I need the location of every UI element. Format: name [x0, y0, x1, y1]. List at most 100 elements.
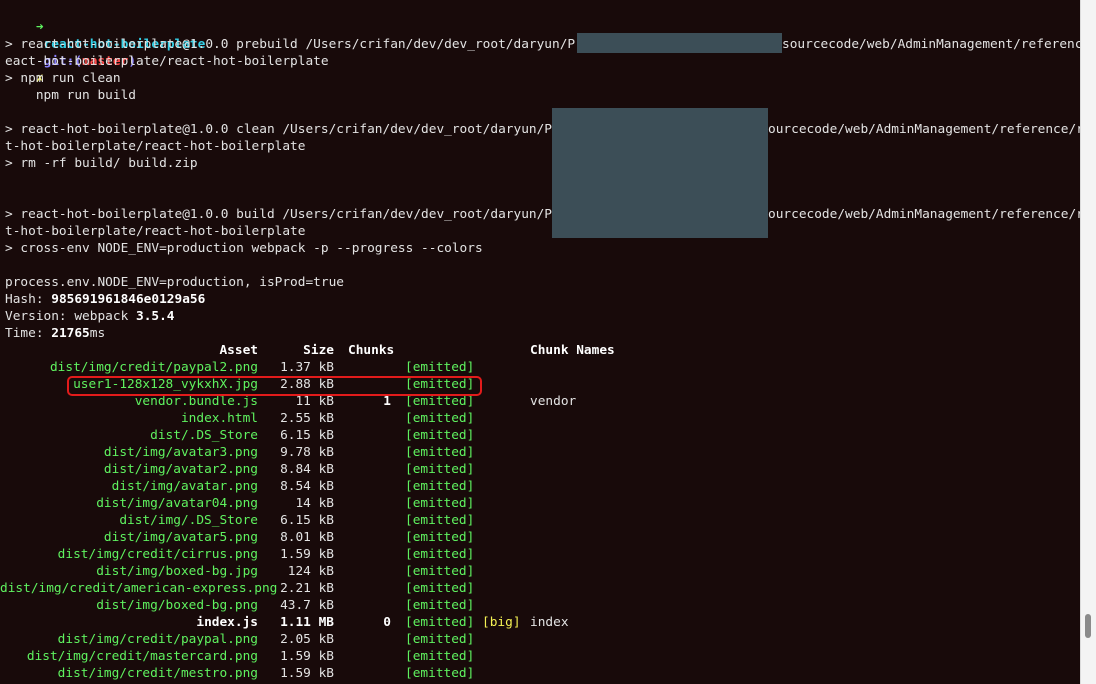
asset-size: 6.15 kB [280, 513, 334, 528]
vertical-scrollbar[interactable] [1080, 0, 1096, 684]
asset-size: 1.59 kB [280, 666, 334, 681]
asset-chunk [340, 359, 391, 376]
asset-status: [emitted] [405, 649, 475, 664]
log-line: > npm run clean [5, 71, 121, 86]
asset-name: dist/img/credit/american-express.png [0, 581, 278, 596]
log-line-continued: ourcecode/web/AdminManagement/reference/… [768, 122, 1081, 137]
asset-name: index.js [196, 615, 258, 630]
log-line: eact-hot-boilerplate/react-hot-boilerpla… [5, 54, 329, 69]
asset-name: dist/img/boxed-bg.png [96, 598, 258, 613]
asset-size: 43.7 kB [280, 598, 334, 613]
asset-name: index.html [180, 411, 258, 426]
asset-chunk [340, 529, 391, 546]
asset-name: dist/img/avatar2.png [103, 462, 258, 477]
header-chunks: Chunks [348, 343, 395, 358]
asset-status: [emitted] [405, 615, 475, 630]
asset-status: [emitted] [405, 564, 475, 579]
log-line: > react-hot-boilerplate@1.0.0 clean /Use… [5, 122, 606, 137]
version-label: Version: webpack [5, 309, 136, 324]
asset-chunk [340, 546, 391, 563]
asset-status: [emitted] [405, 428, 475, 443]
time-unit: ms [89, 326, 106, 341]
asset-size: 8.84 kB [280, 462, 334, 477]
asset-name: dist/img/avatar3.png [103, 445, 258, 460]
asset-status: [emitted] [405, 547, 475, 562]
asset-status: [emitted] [405, 462, 475, 477]
scrollbar-thumb[interactable] [1085, 614, 1091, 638]
asset-chunk [340, 648, 391, 665]
log-line: > cross-env NODE_ENV=production webpack … [5, 241, 483, 256]
asset-size: 8.54 kB [280, 479, 334, 494]
header-asset: Asset [219, 343, 258, 358]
asset-name: dist/img/avatar5.png [103, 530, 258, 545]
asset-chunk [340, 478, 391, 495]
header-size: Size [303, 343, 334, 358]
asset-status: [emitted] [405, 445, 475, 460]
prompt-arrow-icon: ➜ [35, 20, 44, 35]
log-line: > react-hot-boilerplate@1.0.0 prebuild /… [5, 37, 637, 52]
env-line: process.env.NODE_ENV=production, isProd=… [5, 275, 344, 290]
asset-status: [emitted] [405, 360, 475, 375]
asset-size: 6.15 kB [280, 428, 334, 443]
asset-chunk: 0 [383, 615, 391, 630]
asset-name: dist/img/avatar04.png [96, 496, 258, 511]
asset-status: [emitted] [405, 598, 475, 613]
asset-name: dist/img/credit/paypal2.png [49, 360, 258, 375]
asset-status: [emitted] [405, 513, 475, 528]
asset-status: [emitted] [405, 496, 475, 511]
asset-status: [emitted] [405, 581, 475, 596]
asset-name: dist/.DS_Store [150, 428, 258, 443]
time-value: 21765 [51, 326, 90, 341]
log-line: t-hot-boilerplate/react-hot-boilerplate [5, 224, 306, 239]
asset-chunk-name: vendor [530, 394, 577, 409]
asset-status: [emitted] [405, 632, 475, 647]
asset-size: 9.78 kB [280, 445, 334, 460]
asset-status: [emitted] [405, 530, 475, 545]
asset-chunk [340, 495, 391, 512]
asset-flag: [big] [482, 615, 521, 630]
asset-chunk [340, 461, 391, 478]
terminal-window[interactable]: ➜ react-hot-boilerplate git:(master) ✗ n… [0, 0, 1081, 684]
asset-chunk [340, 631, 391, 648]
asset-size: 8.01 kB [280, 530, 334, 545]
asset-chunk [340, 563, 391, 580]
hash-line: Hash: 985691961846e0129a56 [5, 291, 205, 308]
asset-size: 1.59 kB [280, 649, 334, 664]
time-label: Time: [5, 326, 52, 341]
time-line: Time: 21765ms [5, 325, 105, 342]
asset-name: dist/img/boxed-bg.jpg [96, 564, 258, 579]
asset-name: dist/img/credit/mestro.png [57, 666, 258, 681]
asset-chunk [340, 444, 391, 461]
log-line: > react-hot-boilerplate@1.0.0 build /Use… [5, 207, 606, 222]
asset-chunk [340, 427, 391, 444]
log-line-continued: sourcecode/web/AdminManagement/reference… [782, 37, 1081, 52]
asset-chunk [340, 512, 391, 529]
asset-status: [emitted] [405, 411, 475, 426]
hash-value: 985691961846e0129a56 [51, 292, 206, 307]
asset-name: dist/img/credit/cirrus.png [57, 547, 258, 562]
asset-size: 14 kB [295, 496, 334, 511]
asset-chunk [340, 580, 391, 597]
asset-chunk [340, 410, 391, 427]
asset-size: 2.55 kB [280, 411, 334, 426]
asset-status: [emitted] [405, 479, 475, 494]
hash-label: Hash: [5, 292, 52, 307]
asset-size: 1.11 MB [280, 615, 334, 630]
highlight-annotation-box [67, 376, 482, 396]
log-line-continued: ourcecode/web/AdminManagement/reference/… [768, 207, 1081, 222]
version-value: 3.5.4 [135, 309, 175, 324]
version-line: Version: webpack 3.5.4 [5, 308, 175, 325]
shell-prompt: ➜ react-hot-boilerplate git:(master) ✗ n… [5, 2, 206, 103]
asset-status: [emitted] [405, 666, 475, 681]
asset-name: dist/img/credit/paypal.png [57, 632, 258, 647]
prompt-command: npm run build [35, 88, 136, 103]
header-chunk-names: Chunk Names [530, 343, 615, 358]
asset-size: 2.21 kB [280, 581, 334, 596]
redaction-box [577, 33, 782, 53]
asset-name: dist/img/credit/mastercard.png [26, 649, 258, 664]
asset-size: 124 kB [287, 564, 334, 579]
log-line: t-hot-boilerplate/react-hot-boilerplate [5, 139, 306, 154]
asset-size: 1.59 kB [280, 547, 334, 562]
asset-size: 1.37 kB [280, 360, 334, 375]
asset-name: dist/img/.DS_Store [119, 513, 258, 528]
